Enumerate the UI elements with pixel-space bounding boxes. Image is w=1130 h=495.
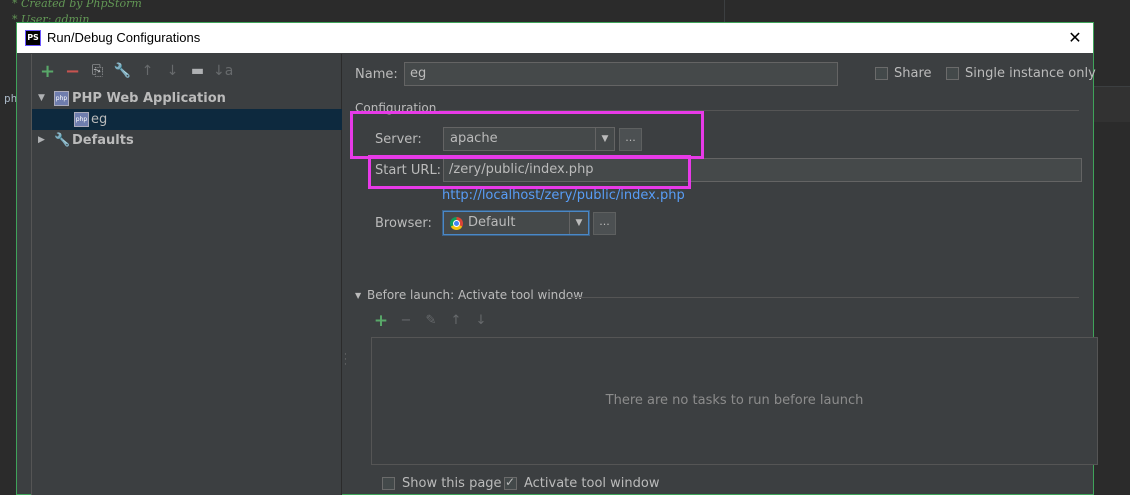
phpstorm-app-icon: PS — [25, 30, 41, 46]
single-instance-label: Single instance only — [965, 66, 1096, 81]
collapse-arrow-icon[interactable]: ▶ — [38, 130, 50, 151]
browser-label: Browser: — [375, 216, 432, 231]
dialog-titlebar[interactable]: PS Run/Debug Configurations ✕ — [17, 23, 1093, 53]
name-field[interactable]: eg — [404, 62, 838, 86]
php-web-app-icon: php — [74, 112, 89, 127]
server-value: apache — [450, 131, 498, 146]
remove-configuration-icon[interactable]: − — [63, 62, 82, 81]
move-down-icon[interactable]: ↓ — [163, 62, 182, 81]
start-url-label: Start URL: — [375, 163, 442, 178]
chevron-down-icon[interactable]: ▼ — [595, 128, 614, 150]
chevron-down-icon[interactable]: ▼ — [569, 212, 588, 234]
edit-task-pencil-icon[interactable]: ✎ — [423, 312, 439, 330]
server-combobox[interactable]: apache ▼ — [443, 127, 615, 151]
add-configuration-icon[interactable]: + — [38, 62, 57, 81]
move-up-icon[interactable]: ↑ — [138, 62, 157, 81]
editor-divider — [724, 0, 725, 24]
share-checkbox[interactable] — [875, 67, 888, 80]
tree-node-label: PHP Web Application — [72, 91, 226, 106]
activate-tool-window-label: Activate tool window — [524, 476, 660, 491]
configuration-editor: Name: eg Share Single instance only Conf… — [353, 54, 1098, 495]
sort-icon[interactable]: ↓a — [213, 62, 233, 81]
browser-browse-button[interactable]: ... — [593, 212, 616, 235]
editor-comment-line: * Created by PhpStorm — [12, 0, 142, 10]
chrome-browser-icon — [450, 217, 463, 230]
resolved-url-link[interactable]: http://localhost/zery/public/index.php — [442, 188, 685, 203]
group-separator — [439, 110, 1079, 111]
tree-node-label: eg — [91, 112, 108, 127]
show-this-page-checkbox[interactable] — [382, 477, 395, 490]
server-label: Server: — [375, 132, 422, 147]
remove-task-icon[interactable]: − — [398, 312, 414, 330]
before-launch-task-list[interactable]: There are no tasks to run before launch — [371, 337, 1098, 465]
splitter-handle[interactable]: · · · — [344, 351, 348, 370]
show-this-page-label: Show this page — [402, 476, 502, 491]
configurations-tree: ▼ php PHP Web Application php eg ▶ 🔧 Def… — [32, 88, 342, 151]
empty-tasks-message: There are no tasks to run before launch — [605, 393, 864, 408]
tree-node-php-web-application[interactable]: ▼ php PHP Web Application — [32, 88, 342, 109]
before-launch-collapse-icon[interactable]: ▼ — [355, 291, 361, 300]
folder-icon[interactable]: ▬ — [188, 62, 207, 81]
before-launch-header[interactable]: Before launch: Activate tool window — [367, 288, 583, 302]
name-label: Name: — [355, 67, 398, 82]
before-launch-toolbar: + − ✎ ↑ ↓ — [373, 312, 489, 330]
php-web-app-icon: php — [54, 91, 69, 106]
server-browse-button[interactable]: ... — [619, 128, 642, 151]
tree-node-defaults[interactable]: ▶ 🔧 Defaults — [32, 130, 342, 151]
group-separator — [567, 297, 1079, 298]
copy-configuration-icon[interactable]: ⎘ — [88, 62, 107, 81]
share-label: Share — [894, 66, 932, 81]
browser-value: Default — [468, 215, 516, 230]
browser-combobox[interactable]: Default ▼ — [443, 211, 589, 235]
configuration-group-label: Configuration — [355, 101, 437, 115]
move-task-down-icon[interactable]: ↓ — [473, 312, 489, 330]
close-button[interactable]: ✕ — [1065, 28, 1085, 48]
editor-right-strip — [1094, 86, 1130, 122]
tree-node-eg[interactable]: php eg — [32, 109, 342, 130]
start-url-field[interactable]: /zery/public/index.php — [443, 158, 1082, 182]
edit-defaults-wrench-icon[interactable]: 🔧 — [113, 62, 132, 81]
add-task-icon[interactable]: + — [373, 312, 389, 330]
activate-tool-window-checkbox[interactable] — [504, 475, 517, 490]
single-instance-checkbox[interactable] — [946, 67, 959, 80]
configurations-tree-panel: + − ⎘ 🔧 ↑ ↓ ▬ ↓a ▼ php PHP Web Applicati… — [31, 54, 342, 495]
move-task-up-icon[interactable]: ↑ — [448, 312, 464, 330]
dialog-title: Run/Debug Configurations — [47, 30, 201, 45]
expand-arrow-icon[interactable]: ▼ — [38, 88, 50, 109]
tree-toolbar: + − ⎘ 🔧 ↑ ↓ ▬ ↓a — [32, 60, 233, 82]
defaults-wrench-icon: 🔧 — [54, 133, 71, 148]
run-debug-dialog: PS Run/Debug Configurations ✕ + − ⎘ 🔧 ↑ … — [16, 22, 1098, 495]
tree-node-label: Defaults — [72, 133, 134, 148]
